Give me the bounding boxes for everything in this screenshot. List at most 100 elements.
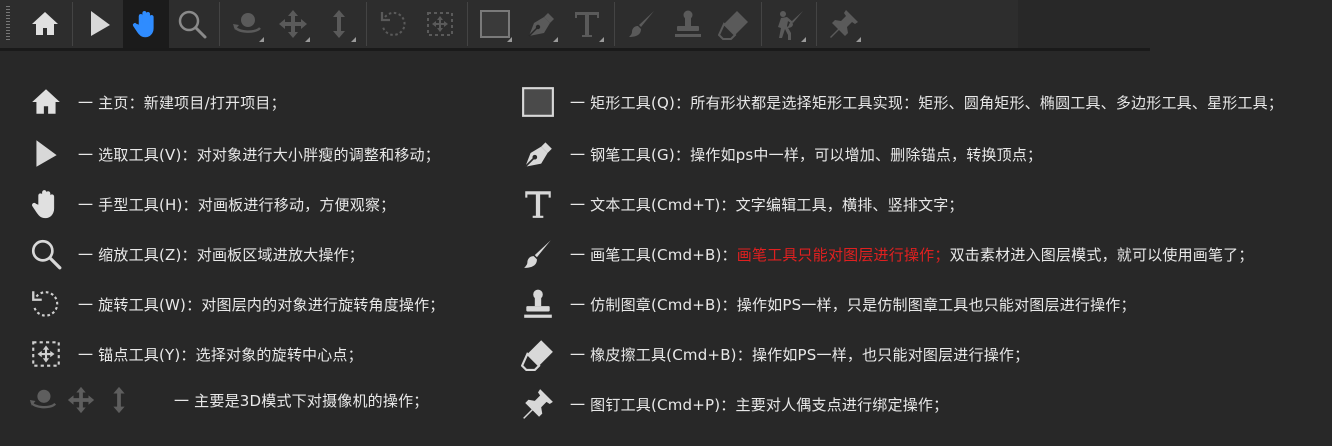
rotate-tool-button[interactable] (371, 0, 417, 48)
magnifier-icon (176, 8, 208, 40)
brush-icon (626, 8, 658, 40)
pan-camera-tool-button[interactable] (270, 0, 316, 48)
brush-tool-button[interactable] (619, 0, 665, 48)
move-cross-icon (277, 8, 309, 40)
pin-icon (828, 8, 860, 40)
rectangle-icon (479, 8, 511, 40)
legend-text: 一 矩形工具(Q)：所有形状都是选择矩形工具实现：矩形、圆角矩形、椭圆工具、多边… (570, 93, 1284, 112)
toolbar-bottom-border (0, 48, 1150, 51)
legend-text: 一 手型工具(H)：对画板进行移动，方便观察； (78, 195, 396, 214)
toolbar-group-pin (821, 0, 867, 48)
vertical-arrows-icon (323, 8, 355, 40)
legend-text: 一 仿制图章(Cmd+B)：操作如PS一样，只是仿制图章工具也只能对图层进行操作… (570, 295, 1136, 314)
pen-nib-icon (525, 8, 557, 40)
pen-nib-icon (521, 137, 555, 171)
home-icon (29, 8, 61, 40)
hand-icon (130, 8, 162, 40)
toolbar-divider (72, 2, 73, 46)
select-tool-button[interactable] (77, 0, 123, 48)
legend-row-brush: 一 画笔工具(Cmd+B)：画笔工具只能对图层进行操作；双击素材进入图层模式，就… (520, 229, 1254, 279)
rotate-icon (29, 287, 63, 321)
toolbar (0, 0, 1018, 48)
home-icon (29, 85, 63, 119)
toolbar-group-draw (472, 0, 610, 48)
legend-text: 一 橡皮擦工具(Cmd+B)：操作如PS一样，也只能对图层进行操作； (570, 345, 1030, 364)
eraser-icon (718, 8, 750, 40)
arrow-pointer-icon (29, 137, 63, 171)
eraser-tool-button[interactable] (711, 0, 757, 48)
legend-text-suffix: 双击素材进入图层模式，就可以使用画笔了； (949, 245, 1254, 264)
toolbar-divider (467, 2, 468, 46)
text-t-icon (571, 8, 603, 40)
legend-row-rotate: 一 旋转工具(W)：对图层内的对象进行旋转角度操作； (28, 279, 445, 329)
legend-text: 一 钢笔工具(G)：操作如ps中一样，可以增加、删除锚点，转换顶点； (570, 145, 1043, 164)
brush-icon (521, 237, 555, 271)
toolbar-divider (614, 2, 615, 46)
pin-tool-button[interactable] (821, 0, 867, 48)
legend-row-home: 一 主页：新建项目/打开项目； (28, 77, 286, 127)
rectangle-tool-button[interactable] (472, 0, 518, 48)
legend-row-hand: 一 手型工具(H)：对画板进行移动，方便观察； (28, 179, 395, 229)
legend-text: 一 选取工具(V)：对对象进行大小胖瘦的调整和移动； (78, 145, 440, 164)
legend-row-pen: 一 钢笔工具(G)：操作如ps中一样，可以增加、删除锚点，转换顶点； (520, 129, 1042, 179)
toolbar-grip[interactable] (6, 6, 10, 42)
orbit-camera-icon (28, 385, 58, 415)
anchor-point-icon (29, 337, 63, 371)
vertical-arrows-icon (104, 385, 134, 415)
legend-row-zoom: 一 缩放工具(Z)：对画板区域进放大操作； (28, 229, 364, 279)
legend-text: 一 主要是3D模式下对摄像机的操作； (174, 391, 429, 410)
text-tool-button[interactable] (564, 0, 610, 48)
orbit-camera-tool-button[interactable] (224, 0, 270, 48)
home-tool-button[interactable] (22, 0, 68, 48)
rectangle-icon (521, 85, 555, 119)
legend-text: 一 文本工具(Cmd+T)：文字编辑工具，横排、竖排文字； (570, 195, 964, 214)
zoom-tool-button[interactable] (169, 0, 215, 48)
toolbar-group-navigate (77, 0, 215, 48)
legend-text: 一 旋转工具(W)：对图层内的对象进行旋转角度操作； (78, 295, 445, 314)
legend-row-eraser: 一 橡皮擦工具(Cmd+B)：操作如PS一样，也只能对图层进行操作； (520, 329, 1029, 379)
legend-row-pin: 一 图钉工具(Cmd+P)：主要对人偶支点进行绑定操作； (520, 379, 948, 429)
legend-row-text: 一 文本工具(Cmd+T)：文字编辑工具，横排、竖排文字； (520, 179, 964, 229)
anchor-point-icon (424, 8, 456, 40)
camera-tools-icons (28, 385, 134, 415)
legend-text-prefix: 一 画笔工具(Cmd+B)： (570, 245, 737, 264)
legend-text: 一 画笔工具(Cmd+B)：画笔工具只能对图层进行操作；双击素材进入图层模式，就… (570, 244, 1254, 265)
toolbar-divider (219, 2, 220, 46)
legend-row-select: 一 选取工具(V)：对对象进行大小胖瘦的调整和移动； (28, 129, 440, 179)
stamp-icon (521, 287, 555, 321)
toolbar-divider (366, 2, 367, 46)
legend-row-rectangle: 一 矩形工具(Q)：所有形状都是选择矩形工具实现：矩形、圆角矩形、椭圆工具、多边… (520, 77, 1283, 127)
legend-text: 一 缩放工具(Z)：对画板区域进放大操作； (78, 245, 364, 264)
orbit-camera-icon (231, 8, 263, 40)
legend-row-stamp: 一 仿制图章(Cmd+B)：操作如PS一样，只是仿制图章工具也只能对图层进行操作… (520, 279, 1136, 329)
roto-brush-icon (773, 8, 805, 40)
toolbar-divider (816, 2, 817, 46)
toolbar-group-roto (766, 0, 812, 48)
legend-text-highlight: 画笔工具只能对图层进行操作； (736, 245, 950, 264)
toolbar-group-camera (224, 0, 362, 48)
dolly-camera-tool-button[interactable] (316, 0, 362, 48)
toolbar-divider (761, 2, 762, 46)
legend-text: 一 图钉工具(Cmd+P)：主要对人偶支点进行绑定操作； (570, 395, 949, 414)
hand-icon (29, 187, 63, 221)
toolbar-group-paint (619, 0, 757, 48)
pin-icon (521, 387, 555, 421)
hand-tool-button[interactable] (123, 0, 169, 48)
anchor-point-tool-button[interactable] (417, 0, 463, 48)
legend-text: 一 主页：新建项目/打开项目； (78, 93, 286, 112)
move-cross-icon (66, 385, 96, 415)
toolbar-group-transform (371, 0, 463, 48)
stamp-icon (672, 8, 704, 40)
arrow-pointer-icon (84, 8, 116, 40)
legend-row-anchor: 一 锚点工具(Y)：选择对象的旋转中心点； (28, 329, 363, 379)
legend-text: 一 锚点工具(Y)：选择对象的旋转中心点； (78, 345, 363, 364)
toolbar-group-home (22, 0, 68, 48)
legend-row-camera: 一 主要是3D模式下对摄像机的操作； (28, 375, 428, 425)
pen-tool-button[interactable] (518, 0, 564, 48)
roto-brush-tool-button[interactable] (766, 0, 812, 48)
stamp-tool-button[interactable] (665, 0, 711, 48)
magnifier-icon (29, 237, 63, 271)
eraser-icon (521, 337, 555, 371)
rotate-icon (378, 8, 410, 40)
text-t-icon (521, 187, 555, 221)
